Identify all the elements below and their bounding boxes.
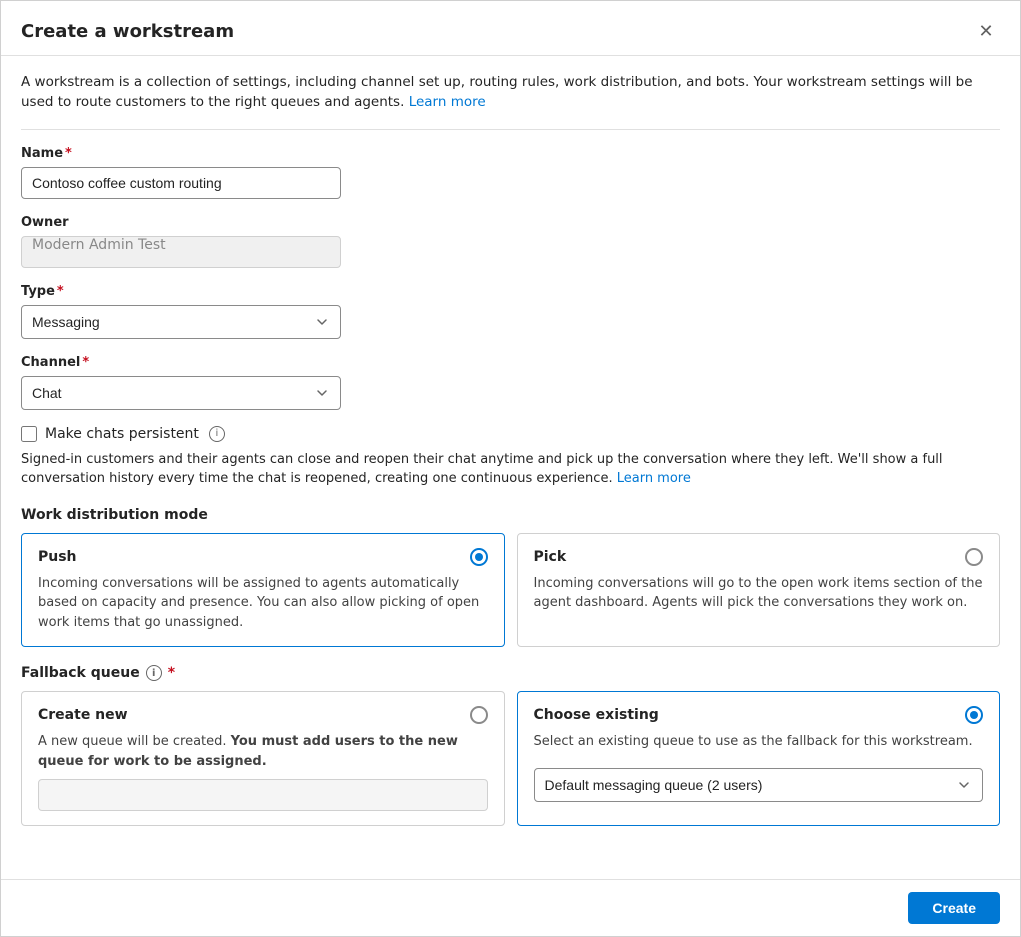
pick-card[interactable]: Pick Incoming conversations will go to t…: [517, 533, 1001, 648]
work-distribution-cards: Push Incoming conversations will be assi…: [21, 533, 1000, 648]
existing-queue-select[interactable]: Default messaging queue (2 users): [534, 768, 984, 802]
persistent-info-icon: i: [209, 426, 225, 442]
persistent-checkbox-row: Make chats persistent i: [21, 426, 1000, 442]
push-card[interactable]: Push Incoming conversations will be assi…: [21, 533, 505, 648]
create-new-card-desc: A new queue will be created. You must ad…: [38, 732, 488, 771]
channel-field-group: Channel* Chat Email SMS: [21, 355, 1000, 410]
choose-existing-card-header: Choose existing: [534, 706, 984, 724]
push-card-header: Push: [38, 548, 488, 566]
modal-footer: Create: [1, 879, 1020, 936]
name-field-group: Name*: [21, 146, 1000, 199]
create-workstream-modal: Create a workstream ✕ A workstream is a …: [0, 0, 1021, 937]
push-radio[interactable]: [470, 548, 488, 566]
push-radio-dot: [475, 553, 483, 561]
persistent-checkbox-label[interactable]: Make chats persistent: [45, 426, 199, 442]
create-new-card-header: Create new: [38, 706, 488, 724]
choose-existing-card-title: Choose existing: [534, 707, 659, 723]
choose-existing-card-desc: Select an existing queue to use as the f…: [534, 732, 984, 752]
queue-select-wrapper: Default messaging queue (2 users): [534, 760, 984, 802]
pick-card-desc: Incoming conversations will go to the op…: [534, 574, 984, 613]
type-label: Type*: [21, 284, 1000, 299]
description-learn-more-link[interactable]: Learn more: [409, 94, 486, 110]
create-button[interactable]: Create: [908, 892, 1000, 924]
persistent-checkbox[interactable]: [21, 426, 37, 442]
choose-existing-radio[interactable]: [965, 706, 983, 724]
channel-label: Channel*: [21, 355, 1000, 370]
push-card-title: Push: [38, 549, 77, 565]
modal-description: A workstream is a collection of settings…: [21, 72, 1000, 113]
create-new-card[interactable]: Create new A new queue will be created. …: [21, 691, 505, 826]
close-button[interactable]: ✕: [972, 17, 1000, 45]
channel-select[interactable]: Chat Email SMS: [21, 376, 341, 410]
modal-header: Create a workstream ✕: [1, 1, 1020, 56]
create-new-card-title: Create new: [38, 707, 128, 723]
fallback-queue-title: Fallback queue i *: [21, 665, 1000, 681]
owner-display: Modern Admin Test: [21, 236, 341, 268]
fallback-info-icon: i: [146, 665, 162, 681]
pick-radio[interactable]: [965, 548, 983, 566]
persistent-description: Signed-in customers and their agents can…: [21, 450, 1000, 489]
modal-title: Create a workstream: [21, 21, 234, 42]
type-field-group: Type* Messaging Voice Chat: [21, 284, 1000, 339]
pick-card-header: Pick: [534, 548, 984, 566]
type-select[interactable]: Messaging Voice Chat: [21, 305, 341, 339]
modal-body: A workstream is a collection of settings…: [1, 56, 1020, 879]
fallback-queue-cards: Create new A new queue will be created. …: [21, 691, 1000, 826]
owner-label: Owner: [21, 215, 1000, 230]
create-new-radio[interactable]: [470, 706, 488, 724]
choose-existing-card[interactable]: Choose existing Select an existing queue…: [517, 691, 1001, 826]
work-distribution-title: Work distribution mode: [21, 507, 1000, 523]
pick-card-title: Pick: [534, 549, 567, 565]
name-label: Name*: [21, 146, 1000, 161]
name-input[interactable]: [21, 167, 341, 199]
choose-existing-radio-dot: [970, 711, 978, 719]
push-card-desc: Incoming conversations will be assigned …: [38, 574, 488, 633]
create-new-queue-input[interactable]: [38, 779, 488, 811]
persistent-learn-more-link[interactable]: Learn more: [617, 471, 691, 486]
owner-field-group: Owner Modern Admin Test: [21, 215, 1000, 268]
header-divider: [21, 129, 1000, 130]
